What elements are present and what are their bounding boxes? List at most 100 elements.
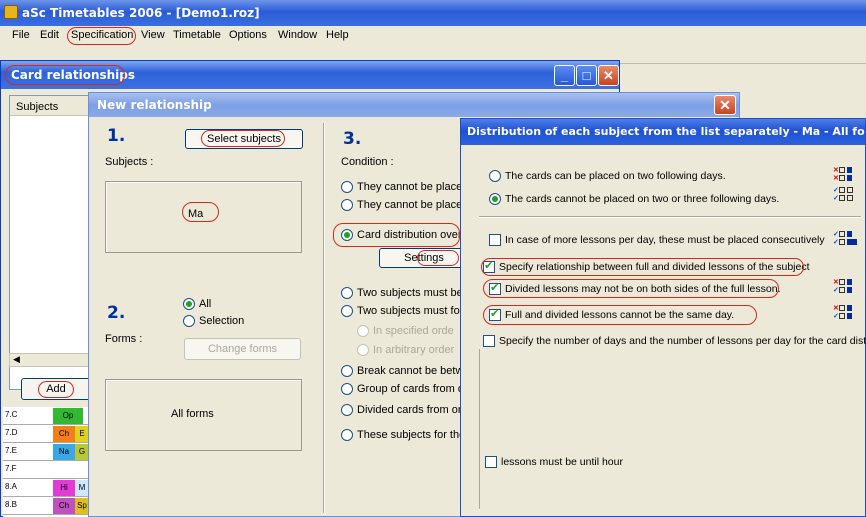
specify-days-checkbox[interactable] xyxy=(483,335,495,347)
select-subjects-button[interactable]: Select subjects xyxy=(185,129,303,149)
consecutive-preview-icon: ✓ ✓ xyxy=(833,231,863,249)
menu-bar: File Edit Specification View Timetable O… xyxy=(0,26,866,46)
table-row[interactable]: 7.F xyxy=(3,461,91,479)
maximize-button[interactable]: □ xyxy=(576,65,597,86)
condition-radio-card-distribution[interactable] xyxy=(341,229,353,241)
lesson-cell[interactable]: Sp xyxy=(75,498,89,514)
condition-radio-1[interactable] xyxy=(341,181,353,193)
distribution-preview-icon: ✕ ✕ xyxy=(833,167,863,185)
lesson-cell[interactable]: Ch xyxy=(53,426,75,442)
consecutive-checkbox[interactable] xyxy=(489,234,501,246)
condition-radio-11[interactable] xyxy=(341,429,353,441)
cards-not-two-three-label: The cards cannot be placed on two or thr… xyxy=(505,193,780,205)
condition-radio-10[interactable] xyxy=(341,404,353,416)
card-relationships-title: Card relationships xyxy=(1,61,619,89)
lesson-cell[interactable]: E xyxy=(75,426,89,442)
forms-all-label: All xyxy=(199,298,212,310)
distribution-dialog: Distribution of each subject from the li… xyxy=(460,118,866,517)
scroll-left-icon[interactable]: ◀ xyxy=(13,354,20,365)
separator xyxy=(479,216,861,217)
step-3-number: 3. xyxy=(343,129,362,149)
specify-days-label: Specify the number of days and the numbe… xyxy=(499,335,866,347)
condition-label-2: They cannot be placed xyxy=(357,199,469,211)
divided-preview-icon: ✕ ✓ xyxy=(833,279,863,297)
forms-all-radio[interactable] xyxy=(183,298,195,310)
full-divided-same-day-checkbox[interactable] xyxy=(489,307,501,321)
until-hour-checkbox[interactable] xyxy=(485,456,497,468)
menu-specification[interactable]: Specification xyxy=(71,29,133,41)
table-row[interactable]: 7.E Na G xyxy=(3,443,91,461)
forms-selection-label: Selection xyxy=(199,315,245,327)
lesson-cell[interactable]: Hi xyxy=(53,480,75,496)
distribution-title: Distribution of each subject from the li… xyxy=(461,119,865,145)
settings-button[interactable]: Settings xyxy=(379,248,469,268)
selected-subject: Ma xyxy=(188,208,204,220)
forms-label: Forms : xyxy=(105,333,143,345)
order-arbitrary-label: In arbitrary order xyxy=(373,344,455,356)
minimize-button[interactable]: _ xyxy=(554,65,575,86)
distribution-preview-icon: ✓ ✓ xyxy=(833,187,863,205)
specify-relationship-label: Specify relationship between full and di… xyxy=(499,261,810,273)
menu-edit[interactable]: Edit xyxy=(40,29,59,41)
timetable-grid: 7.C Op 7.D Ch E 7.E Na G 7.F 8.A Hi M 8.… xyxy=(3,407,91,517)
change-forms-button[interactable]: Change forms xyxy=(184,338,301,360)
menu-window[interactable]: Window xyxy=(278,29,317,41)
consecutive-label: In case of more lessons per day, these m… xyxy=(505,234,825,246)
condition-label: Condition : xyxy=(341,156,394,168)
class-label: 7.E xyxy=(5,446,18,455)
app-title-bar: aSc Timetables 2006 - [Demo1.roz] xyxy=(0,0,866,26)
separator xyxy=(479,349,480,509)
lesson-cell[interactable]: Ch xyxy=(53,498,75,514)
menu-view[interactable]: View xyxy=(141,29,165,41)
vertical-divider xyxy=(323,123,324,513)
condition-radio-8[interactable] xyxy=(341,365,353,377)
condition-label-1: They cannot be placed xyxy=(357,181,469,193)
close-button[interactable]: ✕ xyxy=(598,65,619,86)
new-relationship-title: New relationship xyxy=(89,93,739,117)
condition-label-10: Divided cards from one xyxy=(357,404,471,416)
until-hour-label: lessons must be until hour xyxy=(501,456,623,468)
menu-timetable[interactable]: Timetable xyxy=(173,29,221,41)
condition-radio-9[interactable] xyxy=(341,383,353,395)
specify-relationship-checkbox[interactable] xyxy=(483,259,495,273)
order-arbitrary-radio[interactable] xyxy=(357,344,369,356)
lesson-cell[interactable]: M xyxy=(75,480,89,496)
cards-two-days-radio[interactable] xyxy=(489,170,501,182)
full-divided-same-day-label: Full and divided lessons cannot be the s… xyxy=(505,309,735,321)
condition-radio-4[interactable] xyxy=(341,287,353,299)
cards-not-two-three-radio[interactable] xyxy=(489,193,501,205)
menu-options[interactable]: Options xyxy=(229,29,267,41)
menu-help[interactable]: Help xyxy=(326,29,349,41)
condition-label-8: Break cannot be betwee xyxy=(357,365,476,377)
divided-not-both-checkbox[interactable] xyxy=(489,281,501,295)
lesson-cell[interactable]: G xyxy=(75,444,89,460)
same-day-preview-icon: ✕ ✓ xyxy=(833,305,863,323)
condition-label-4: Two subjects must be in xyxy=(357,287,475,299)
forms-box: All forms xyxy=(105,379,302,451)
subjects-label: Subjects : xyxy=(105,156,154,168)
condition-radio-2[interactable] xyxy=(341,199,353,211)
class-label: 7.F xyxy=(5,464,17,473)
condition-label-11: These subjects for the g xyxy=(357,429,475,441)
lesson-cell[interactable]: Na xyxy=(53,444,75,460)
cards-two-days-label: The cards can be placed on two following… xyxy=(505,170,726,182)
step-1-number: 1. xyxy=(107,126,126,146)
table-row[interactable]: 7.D Ch E xyxy=(3,425,91,443)
lesson-cell[interactable]: Op xyxy=(53,408,83,424)
app-icon xyxy=(4,5,18,19)
table-row[interactable]: 8.A Hi M xyxy=(3,479,91,497)
forms-selection-radio[interactable] xyxy=(183,315,195,327)
class-label: 8.A xyxy=(5,482,18,491)
order-specified-radio[interactable] xyxy=(357,325,369,337)
menu-file[interactable]: File xyxy=(12,29,30,41)
table-row[interactable]: 7.C Op xyxy=(3,407,91,425)
selected-subjects-box: Ma xyxy=(105,181,302,253)
condition-radio-5[interactable] xyxy=(341,305,353,317)
step-2-number: 2. xyxy=(107,303,126,323)
divided-not-both-label: Divided lessons may not be on both sides… xyxy=(505,283,781,295)
class-label: 7.D xyxy=(5,428,18,437)
order-specified-label: In specified orde xyxy=(373,325,454,337)
add-button[interactable]: Add xyxy=(21,378,91,400)
close-button[interactable]: ✕ xyxy=(714,95,736,115)
table-row[interactable]: 8.B Ch Sp xyxy=(3,497,91,515)
